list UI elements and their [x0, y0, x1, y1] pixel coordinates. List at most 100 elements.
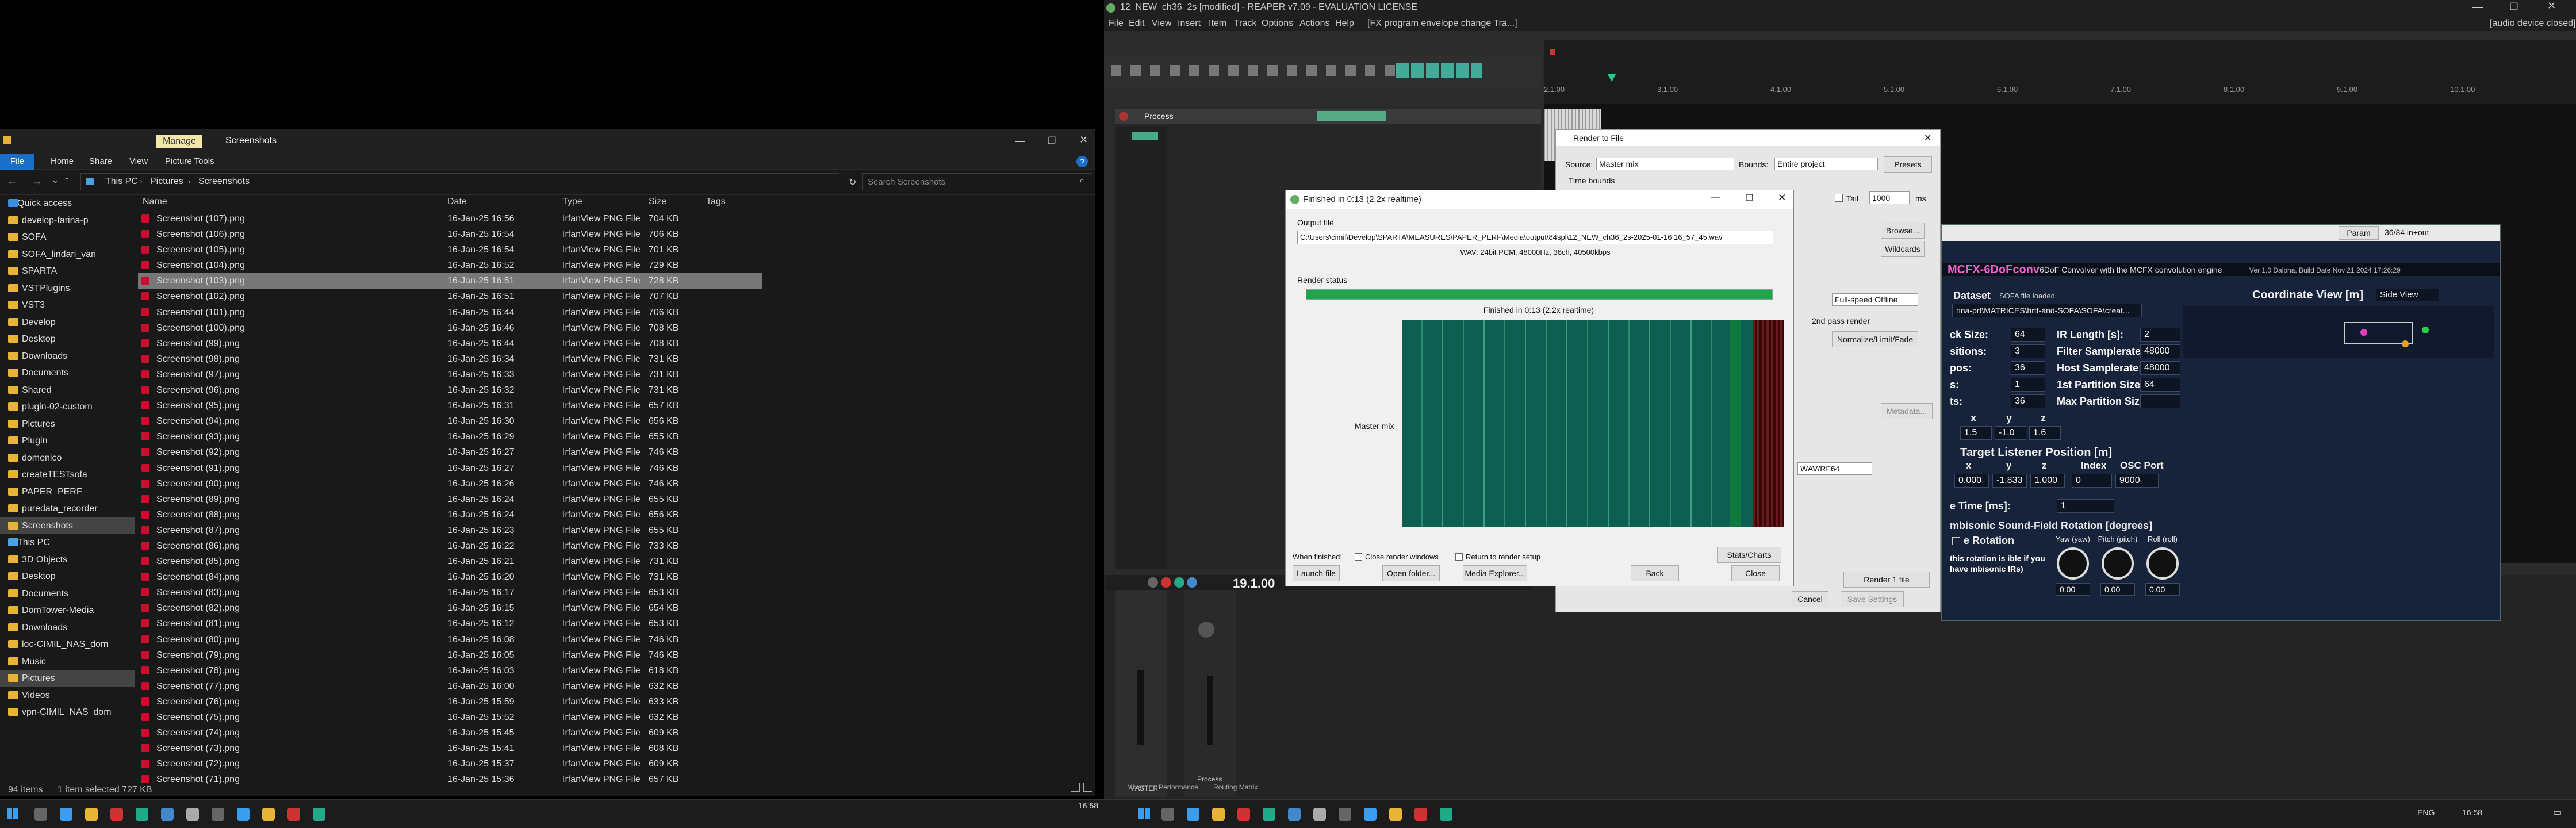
menu-edit[interactable]: Edit [1129, 18, 1145, 29]
close-button[interactable]: ✕ [1924, 132, 1931, 144]
nav-item[interactable]: DomTower-Media [0, 602, 135, 619]
tail-checkbox[interactable] [1835, 194, 1843, 202]
breadcrumb-pictures[interactable]: Pictures [150, 177, 183, 187]
rotation-knob[interactable] [2146, 547, 2179, 580]
menu-file[interactable]: File [1109, 18, 1124, 29]
nav-item[interactable]: Desktop [0, 331, 135, 348]
table-row[interactable]: Screenshot (101).png 16-Jan-25 16:44 Irfan… [138, 305, 762, 320]
tab-view[interactable]: View [129, 156, 148, 166]
maximize-button[interactable]: ❐ [1746, 193, 1753, 203]
track-buttons[interactable] [1317, 111, 1386, 121]
nav-item[interactable]: develop-farina-p [0, 212, 135, 229]
back-button[interactable]: Back [1631, 565, 1679, 581]
time-value[interactable]: 1 [2057, 499, 2114, 513]
table-row[interactable]: Screenshot (86).png 16-Jan-25 16:22 IrfanV… [138, 538, 762, 554]
taskbar-app-icon[interactable] [262, 808, 275, 821]
field-value[interactable]: 48000 [2140, 344, 2180, 358]
nav-item[interactable]: vpn-CIMIL_NAS_dom [0, 704, 135, 721]
timeline-ruler[interactable]: 2.1.00 3.1.00 4.1.00 5.1.00 6.1.00 7.1.00 8.1.… [1544, 40, 2576, 103]
target-y-value[interactable]: -1.833 [1992, 474, 2027, 488]
table-row[interactable]: Screenshot (79).png 16-Jan-25 16:05 IrfanV… [138, 647, 762, 663]
table-row[interactable]: Screenshot (97).png 16-Jan-25 16:33 IrfanV… [138, 367, 762, 382]
table-row[interactable]: Screenshot (104).png 16-Jan-25 16:52 Irfan… [138, 258, 762, 273]
loop-icon[interactable] [1187, 577, 1197, 588]
ribbon-manage-tab[interactable]: Manage [156, 135, 202, 148]
table-row[interactable]: Screenshot (85).png 16-Jan-25 16:21 IrfanV… [138, 554, 762, 569]
browse-button[interactable]: Browse... [1881, 223, 1925, 239]
z-value[interactable]: 1.6 [2029, 426, 2061, 440]
table-row[interactable]: Screenshot (99).png 16-Jan-25 16:44 IrfanV… [138, 336, 762, 351]
taskbar-app-icon[interactable] [110, 808, 123, 821]
stats-charts-button[interactable]: Stats/Charts [1717, 547, 1781, 563]
media-explorer-button[interactable]: Media Explorer... [1463, 565, 1527, 581]
target-x-value[interactable]: 0.000 [1954, 474, 1989, 488]
nav-item[interactable]: This PC [0, 534, 135, 551]
breadcrumb-this-pc[interactable]: This PC [105, 177, 138, 187]
table-row[interactable]: Screenshot (73).png 16-Jan-25 15:41 IrfanV… [138, 741, 762, 756]
table-row[interactable]: Screenshot (105).png 16-Jan-25 16:54 Irfan… [138, 242, 762, 258]
dataset-path[interactable]: rina-prt\MATRICES\hrtf-and-SOFA\SOFA\cre… [1952, 304, 2142, 317]
taskbar-app-icon[interactable] [1364, 808, 1377, 821]
play-cursor-icon[interactable] [1607, 74, 1616, 82]
second-pass-label[interactable]: 2nd pass render [1812, 316, 1870, 325]
open-folder-button[interactable]: Open folder... [1382, 565, 1440, 581]
taskbar-app-icon[interactable] [186, 808, 199, 821]
nav-item[interactable]: SPARTA [0, 263, 135, 280]
taskbar-app-icon[interactable] [237, 808, 250, 821]
taskbar-app-icon[interactable] [1288, 808, 1301, 821]
taskbar-app-icon[interactable] [1389, 808, 1402, 821]
taskbar-app-icon[interactable] [60, 808, 72, 821]
taskbar-app-icon[interactable] [1414, 808, 1427, 821]
nav-item[interactable]: VST3 [0, 297, 135, 314]
snap-grid-icons[interactable] [1396, 63, 1482, 78]
nav-item[interactable]: Documents [0, 585, 135, 603]
table-row[interactable]: Screenshot (88).png 16-Jan-25 16:24 IrfanV… [138, 507, 762, 523]
knob-value[interactable]: 0.00 [2100, 583, 2135, 596]
param-button[interactable]: Param [2339, 226, 2379, 240]
field-value[interactable] [2140, 394, 2180, 408]
table-row[interactable]: Screenshot (98).png 16-Jan-25 16:34 IrfanV… [138, 351, 762, 367]
table-row[interactable]: Screenshot (77).png 16-Jan-25 16:00 IrfanV… [138, 678, 762, 694]
tab-mixer[interactable]: Mixer [1127, 783, 1144, 791]
cancel-button[interactable]: Cancel [1792, 591, 1828, 607]
table-row[interactable]: Screenshot (91).png 16-Jan-25 16:27 IrfanV… [138, 461, 762, 476]
taskbar-app-icon[interactable] [1339, 808, 1351, 821]
osc-port-value[interactable]: 9000 [2115, 474, 2159, 488]
bounds-select[interactable]: Entire project [1774, 158, 1878, 170]
nav-item[interactable]: Shared [0, 382, 135, 399]
nav-item[interactable]: loc-CIMIL_NAS_dom [0, 636, 135, 653]
nav-item[interactable]: Pictures [0, 416, 135, 433]
start-icon[interactable] [1138, 808, 1150, 819]
back-arrow-icon[interactable]: ← [7, 175, 17, 187]
tab-routing-matrix[interactable]: Routing Matrix [1213, 783, 1258, 791]
render-speed-select[interactable]: Full-speed Offline [1832, 293, 1918, 306]
notification-icon[interactable]: ▭ [2553, 807, 2562, 818]
menu-insert[interactable]: Insert [1178, 18, 1201, 29]
nav-item[interactable]: createTESTsofa [0, 466, 135, 484]
field-value[interactable]: 36 [2011, 394, 2045, 408]
table-row[interactable]: Screenshot (78).png 16-Jan-25 16:03 IrfanV… [138, 663, 762, 678]
pan-knob[interactable] [1198, 622, 1214, 638]
master-fader[interactable] [1137, 670, 1144, 745]
taskbar-app-icon[interactable] [1440, 808, 1452, 821]
field-value[interactable]: 1 [2011, 378, 2045, 392]
taskbar-app-icon[interactable] [212, 808, 224, 821]
help-icon[interactable]: ? [1076, 156, 1088, 167]
save-settings-button[interactable]: Save Settings [1841, 591, 1904, 607]
start-icon[interactable] [7, 808, 18, 819]
column-name[interactable]: Name [143, 197, 167, 207]
table-row[interactable]: Screenshot (74).png 16-Jan-25 15:45 IrfanV… [138, 725, 762, 741]
close-dialog-button[interactable]: Close [1731, 565, 1780, 581]
nav-item[interactable]: Music [0, 653, 135, 670]
tab-picture-tools[interactable]: Picture Tools [165, 156, 214, 166]
details-view-icon[interactable] [1071, 783, 1080, 792]
column-size[interactable]: Size [649, 197, 666, 207]
master-strip[interactable]: MASTER [1116, 590, 1167, 797]
forward-arrow-icon[interactable]: → [32, 175, 42, 187]
x-value[interactable]: 1.5 [1960, 426, 1992, 440]
close-windows-checkbox[interactable] [1355, 553, 1362, 561]
minimize-button[interactable]: — [1711, 193, 1720, 203]
table-row[interactable]: Screenshot (76).png 16-Jan-25 15:59 IrfanV… [138, 694, 762, 710]
taskbar-app-icon[interactable] [313, 808, 325, 821]
field-value[interactable]: 3 [2011, 344, 2045, 358]
